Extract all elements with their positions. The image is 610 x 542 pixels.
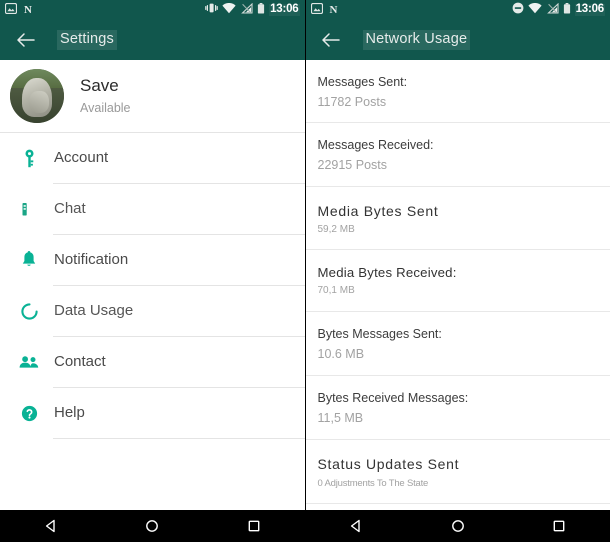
back-arrow-icon [16, 33, 35, 47]
sidebar-item-account-label: Account [54, 149, 109, 167]
stat-title: Bytes Received Messages: [317, 391, 469, 406]
status-bar-left-icons-right: N [310, 1, 512, 19]
stat-value: 11782 Posts [317, 95, 387, 110]
right-pane-network-usage: N 13:06 Network Usage Messages Sent: 117… [305, 0, 610, 542]
wifi-icon [527, 1, 542, 19]
sidebar-item-account[interactable]: Account [0, 133, 305, 183]
stat-title: Messages Sent: [317, 75, 408, 89]
signal-icon [240, 1, 253, 19]
status-bar-clock: 13:06 [269, 3, 300, 16]
stat-value: 22915 Posts [317, 158, 388, 173]
bell-icon [16, 251, 42, 269]
vibrate-icon [205, 1, 218, 19]
profile-text: Save Available [80, 75, 131, 116]
avatar-figure-secondary [29, 90, 49, 114]
back-nav-button[interactable] [334, 510, 378, 542]
chat-bubble-icon [16, 202, 42, 217]
contacts-icon [16, 355, 42, 369]
back-nav-icon [351, 519, 360, 533]
left-pane-settings: N 13:06 Settings Save Available Account … [0, 0, 306, 542]
stat-value: 59,2 MB [317, 223, 355, 235]
back-button-network-usage[interactable] [316, 25, 346, 55]
screenshot-icon [4, 1, 18, 19]
battery-icon [257, 1, 265, 19]
nav-bar-right [305, 510, 610, 542]
screenshot-icon [310, 1, 323, 19]
sidebar-item-help[interactable]: Help [0, 388, 305, 438]
recents-nav-button[interactable] [232, 510, 276, 542]
nfc-icon: N [329, 3, 338, 16]
recents-nav-button[interactable] [537, 510, 581, 542]
status-bar-left-icons: N [4, 1, 205, 19]
status-bar-left: N 13:06 [0, 0, 305, 20]
settings-app-bar: Settings [0, 20, 305, 60]
signal-icon [546, 1, 559, 19]
stat-value: 0 Adjustments To The State [317, 477, 429, 489]
stat-title: Media Bytes Received: [317, 265, 457, 281]
help-circle-icon [16, 405, 42, 422]
sidebar-item-contact-label: Contact [54, 353, 106, 371]
stat-title: Media Bytes Sent [317, 202, 439, 219]
back-button-settings[interactable] [10, 25, 40, 55]
profile-row[interactable]: Save Available [0, 60, 305, 132]
stat-title: Messages Received: [317, 138, 434, 153]
sidebar-item-chat[interactable]: Chat [0, 184, 305, 234]
sidebar-item-chat-label: Chat [54, 200, 86, 218]
do-not-disturb-icon [512, 1, 524, 19]
network-usage-app-bar: Network Usage [305, 20, 610, 60]
sidebar-item-data-usage[interactable]: Data Usage [0, 286, 305, 336]
stat-row-bytes-messages-sent: Bytes Messages Sent: 10.6 MB [306, 312, 610, 375]
status-bar-right-icons-right: 13:06 [512, 1, 605, 19]
divider [53, 438, 305, 439]
data-usage-icon [16, 302, 42, 320]
sidebar-item-contact[interactable]: Contact [0, 337, 305, 387]
wifi-icon [222, 1, 236, 19]
nfc-icon: N [24, 3, 32, 16]
dual-pane-screenshot: N 13:06 Settings Save Available Account … [0, 0, 610, 542]
status-bar-right: N 13:06 [305, 0, 610, 20]
stat-row-status-updates-received: Status Updates Received: 11527 Status Up… [306, 504, 610, 511]
stat-row-messages-received: Messages Received: 22915 Posts [306, 123, 610, 185]
stat-title: Bytes Messages Sent: [317, 326, 442, 341]
sidebar-item-notification-label: Notification [54, 251, 129, 269]
home-nav-icon [451, 520, 464, 532]
network-usage-title: Network Usage [362, 30, 471, 50]
sidebar-item-data-usage-label: Data Usage [54, 302, 134, 320]
profile-status: Available [80, 101, 131, 116]
profile-name: Save [80, 76, 119, 96]
back-nav-icon [45, 519, 55, 533]
home-nav-button[interactable] [436, 510, 480, 542]
stat-title: Status Updates Sent [317, 456, 460, 473]
network-usage-list: Messages Sent: 11782 Posts Messages Rece… [305, 60, 610, 511]
stat-value: 70,1 MB [317, 285, 355, 297]
back-arrow-icon [322, 33, 340, 47]
back-nav-button[interactable] [29, 510, 73, 542]
avatar[interactable] [10, 69, 64, 123]
nav-bar-left [0, 510, 305, 542]
stat-row-status-updates-sent: Status Updates Sent 0 Adjustments To The… [306, 440, 610, 502]
stat-row-messages-sent: Messages Sent: 11782 Posts [306, 60, 610, 122]
home-nav-button[interactable] [130, 510, 174, 542]
stat-value: 11,5 MB [317, 411, 364, 426]
stat-row-media-bytes-received: Media Bytes Received: 70,1 MB [306, 250, 610, 311]
recents-nav-icon [553, 520, 565, 532]
status-bar-right-icons-left: 13:06 [205, 1, 300, 19]
key-icon [16, 149, 42, 168]
sidebar-item-help-label: Help [54, 404, 85, 422]
stat-value: 10.6 MB [317, 347, 365, 362]
stat-row-media-bytes-sent: Media Bytes Sent 59,2 MB [306, 187, 610, 250]
stat-row-bytes-received-messages: Bytes Received Messages: 11,5 MB [306, 376, 610, 439]
settings-list: Save Available Account Chat Notification… [0, 60, 305, 510]
sidebar-item-notification[interactable]: Notification [0, 235, 305, 285]
status-bar-clock: 13:06 [574, 3, 605, 16]
battery-icon [563, 1, 571, 19]
settings-title: Settings [57, 30, 117, 50]
recents-nav-icon [248, 520, 260, 532]
home-nav-icon [146, 520, 159, 532]
